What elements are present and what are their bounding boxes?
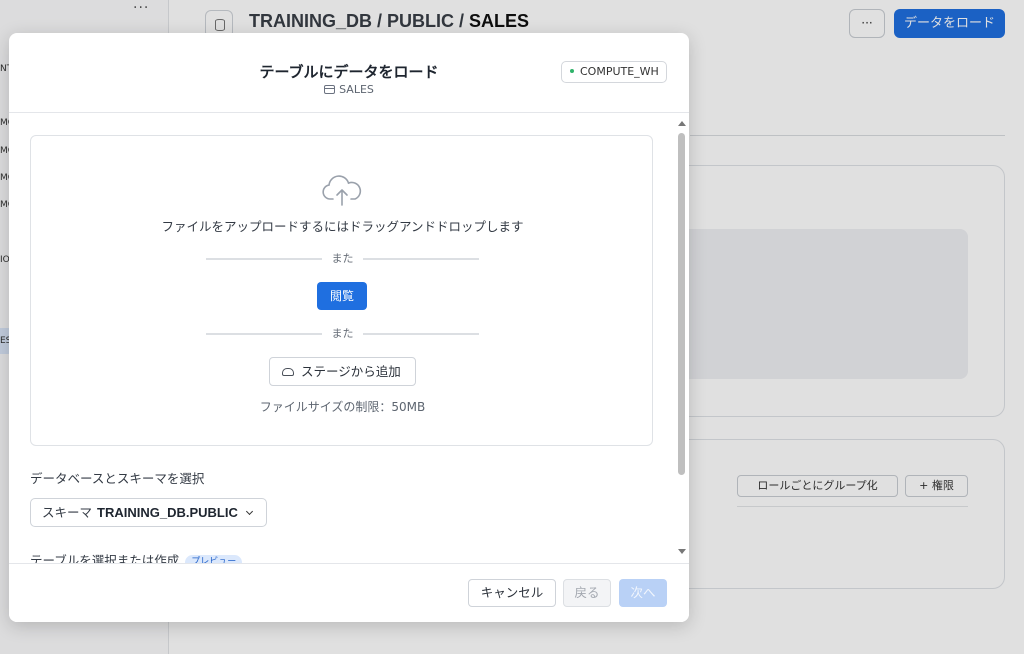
scroll-down-arrow-icon[interactable]	[678, 549, 686, 554]
load-data-dialog: テーブルにデータをロード SALES COMPUTE_WH ファイルをアップロー…	[9, 33, 689, 622]
dialog-subtitle: SALES	[9, 83, 689, 96]
add-from-stage-label: ステージから追加	[301, 364, 401, 379]
cloud-upload-icon	[322, 175, 362, 206]
browse-button[interactable]: 閲覧	[317, 282, 367, 310]
dialog-header: テーブルにデータをロード SALES COMPUTE_WH	[9, 33, 689, 113]
file-dropzone[interactable]: ファイルをアップロードするにはドラッグアンドドロップします また 閲覧 また ス…	[30, 135, 653, 446]
divider-line	[363, 333, 479, 335]
dialog-scrollbar[interactable]	[676, 121, 688, 557]
status-dot-icon	[570, 69, 574, 73]
dialog-footer: キャンセル 戻る 次へ	[9, 563, 689, 622]
cancel-button[interactable]: キャンセル	[468, 579, 556, 607]
chevron-down-icon	[245, 507, 253, 516]
warehouse-selector[interactable]: COMPUTE_WH	[561, 61, 667, 83]
schema-select-prefix: スキーマ	[42, 505, 93, 520]
table-select-label-text: テーブルを選択または作成	[30, 553, 180, 563]
scroll-up-arrow-icon[interactable]	[678, 121, 686, 126]
divider-line	[363, 258, 479, 260]
preview-badge: プレビュー	[185, 555, 243, 563]
table-select-label: テーブルを選択または作成 プレビュー	[30, 550, 243, 563]
next-button[interactable]: 次へ	[619, 579, 667, 607]
warehouse-name: COMPUTE_WH	[580, 65, 659, 78]
add-from-stage-button[interactable]: ステージから追加	[269, 357, 416, 386]
or-divider: また	[206, 250, 479, 266]
table-icon	[324, 85, 336, 94]
dialog-body[interactable]: ファイルをアップロードするにはドラッグアンドドロップします また 閲覧 また ス…	[9, 114, 689, 563]
stage-icon	[282, 368, 294, 376]
dropzone-instruction: ファイルをアップロードするにはドラッグアンドドロップします	[161, 219, 524, 234]
or-divider: また	[206, 325, 479, 341]
db-schema-label: データベースとスキーマを選択	[30, 471, 205, 486]
file-size-limit: ファイルサイズの制限：50MB	[259, 400, 426, 414]
back-button[interactable]: 戻る	[563, 579, 611, 607]
schema-select-value: TRAINING_DB.PUBLIC	[97, 505, 238, 520]
scrollbar-thumb[interactable]	[678, 133, 685, 475]
target-table-name: SALES	[339, 83, 374, 96]
schema-select[interactable]: スキーマ TRAINING_DB.PUBLIC	[30, 498, 267, 527]
